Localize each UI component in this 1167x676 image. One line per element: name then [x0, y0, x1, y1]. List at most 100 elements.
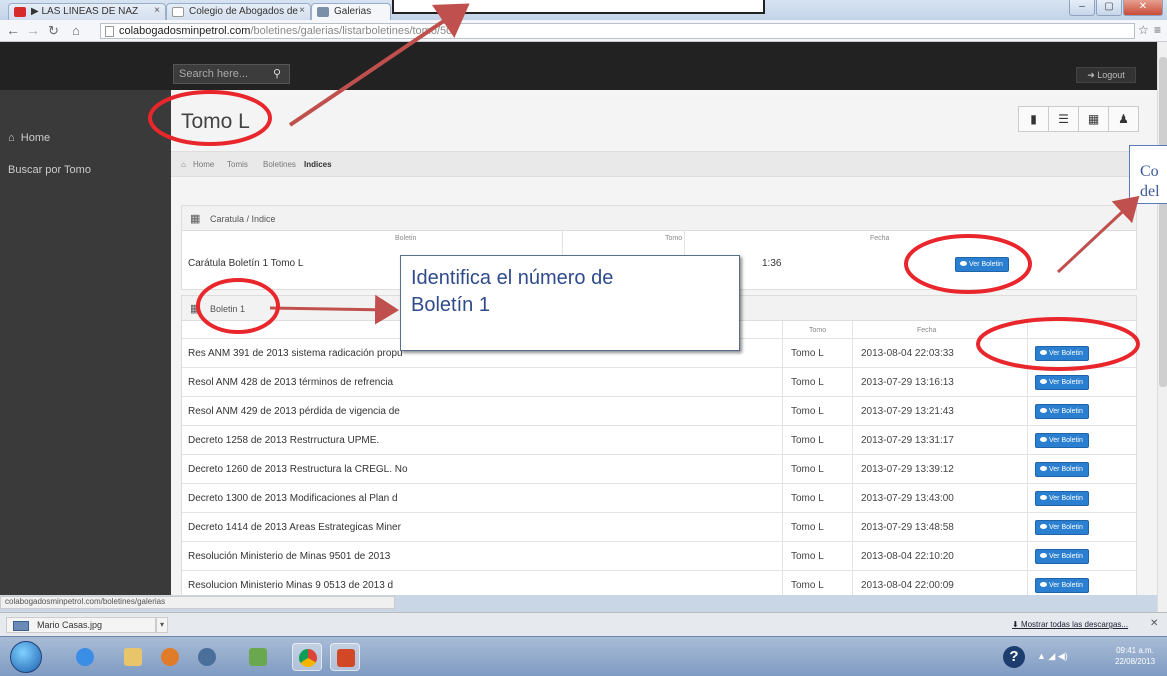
ver-boletin-button[interactable]: Ver Boletin — [1035, 404, 1089, 419]
app-icon[interactable] — [243, 643, 273, 671]
row-tomo: Tomo L — [791, 522, 824, 533]
caratula-fecha: 1:36 — [762, 258, 782, 269]
breadcrumb-tomos[interactable]: Tomis — [227, 160, 248, 169]
downloads-bar: Mario Casas.jpg ▾ ⬇ Mostrar todas las de… — [0, 612, 1167, 636]
folder-icon[interactable] — [118, 643, 148, 671]
help-icon[interactable]: ? — [1003, 646, 1025, 668]
taskbar: ? ▲ ◢ ◀) 09:41 a.m. 22/08/2013 — [0, 636, 1167, 676]
close-icon[interactable]: × — [154, 5, 160, 16]
eye-icon — [1040, 350, 1047, 355]
user-icon[interactable]: ♟ — [1108, 106, 1139, 132]
table-row: Resol ANM 429 de 2013 pérdida de vigenci… — [182, 396, 1136, 425]
ie-icon[interactable] — [70, 643, 100, 671]
list-icon[interactable]: ☰ — [1048, 106, 1079, 132]
panel-header: ▦ Caratula / Indice — [182, 206, 1136, 231]
ver-boletin-button[interactable]: Ver Boletin — [1035, 578, 1089, 593]
clock-date: 22/08/2013 — [1115, 657, 1156, 666]
page-scrollbar[interactable] — [1157, 42, 1167, 612]
ver-boletin-button[interactable]: Ver Boletin — [1035, 433, 1089, 448]
show-all-downloads-link[interactable]: ⬇ Mostrar todas las descargas... — [1012, 620, 1128, 629]
row-fecha: 2013-08-04 22:00:09 — [861, 580, 954, 591]
ver-boletin-button[interactable]: Ver Boletin — [1035, 346, 1089, 361]
sidebar-item-home[interactable]: ⌂ Home — [8, 132, 50, 144]
button-label: Ver Boletin — [969, 261, 1003, 268]
tab-youtube[interactable]: ▶ LAS LINEAS DE NAZ × — [8, 3, 166, 20]
row-fecha: 2013-07-29 13:43:00 — [861, 493, 954, 504]
row-name: Decreto 1414 de 2013 Areas Estrategicas … — [188, 522, 401, 533]
url-path: /boletines/galerias/listarboletines/tomo… — [250, 25, 453, 37]
row-tomo: Tomo L — [791, 551, 824, 562]
page-icon — [172, 7, 184, 17]
home-icon[interactable]: ⌂ — [72, 23, 80, 38]
search-placeholder: Search here... — [179, 68, 249, 80]
logout-button[interactable]: ➜ Logout — [1076, 67, 1136, 83]
document-icon[interactable]: ▮ — [1018, 106, 1049, 132]
row-name: Decreto 1300 de 2013 Modificaciones al P… — [188, 493, 398, 504]
annotation-box-boletin: Identifica el número de Boletín 1 — [400, 255, 740, 351]
column-header-boletin: Boletin — [395, 235, 417, 242]
forward-icon[interactable]: → — [26, 22, 40, 38]
home-icon: ⌂ — [181, 160, 186, 169]
eye-icon — [1040, 408, 1047, 413]
row-fecha: 2013-07-29 13:39:12 — [861, 464, 954, 475]
window-close-button[interactable]: ✕ — [1123, 0, 1163, 16]
row-tomo: Tomo L — [791, 406, 824, 417]
menu-icon[interactable]: ≡ — [1154, 23, 1161, 37]
media-player-icon[interactable] — [155, 643, 185, 671]
eye-icon — [1040, 437, 1047, 442]
eye-icon — [1040, 582, 1047, 587]
row-name: Res ANM 391 de 2013 sistema radicación p… — [188, 348, 403, 359]
clock[interactable]: 09:41 a.m. 22/08/2013 — [1115, 645, 1155, 667]
sidebar-item-buscar-tomo[interactable]: Buscar por Tomo — [8, 164, 91, 176]
minimize-button[interactable]: – — [1069, 0, 1095, 16]
row-tomo: Tomo L — [791, 580, 824, 591]
breadcrumb: ⌂ Home Tomis Boletines Indices — [171, 151, 1157, 177]
row-tomo: Tomo L — [791, 464, 824, 475]
button-label: Ver Boletin — [1049, 553, 1083, 560]
close-icon[interactable]: ✕ — [1150, 618, 1158, 629]
grid-icon[interactable]: ▦ — [1078, 106, 1109, 132]
breadcrumb-home[interactable]: Home — [193, 160, 214, 169]
eye-icon — [1040, 379, 1047, 384]
powerpoint-icon[interactable] — [330, 643, 360, 671]
ver-boletin-button[interactable]: Ver Boletin — [1035, 375, 1089, 390]
chrome-icon[interactable] — [292, 643, 322, 671]
ver-boletin-button[interactable]: Ver Boletin — [1035, 549, 1089, 564]
breadcrumb-boletines[interactable]: Boletines — [263, 160, 296, 169]
row-name: Decreto 1258 de 2013 Restrructura UPME. — [188, 435, 380, 446]
scrollbar-thumb[interactable] — [1159, 57, 1167, 387]
tab-label: ▶ LAS LINEAS DE NAZ — [31, 6, 139, 17]
eye-icon — [1040, 466, 1047, 471]
annotation-text: Co del — [1140, 162, 1160, 202]
search-input[interactable]: Search here... ⚲ — [173, 64, 290, 84]
table-row: Decreto 1414 de 2013 Areas Estrategicas … — [182, 512, 1136, 541]
row-name: Resol ANM 429 de 2013 pérdida de vigenci… — [188, 406, 400, 417]
url-input[interactable]: colabogadosminpetrol.com/boletines/galer… — [100, 23, 1135, 39]
row-fecha: 2013-08-04 22:03:33 — [861, 348, 954, 359]
close-icon[interactable]: × — [299, 5, 305, 16]
ver-boletin-button[interactable]: Ver Boletin — [1035, 520, 1089, 535]
button-label: Ver Boletin — [1049, 582, 1083, 589]
row-name: Resol ANM 428 de 2013 términos de refren… — [188, 377, 394, 388]
clock-time: 09:41 a.m. — [1116, 646, 1154, 655]
ver-boletin-button[interactable]: Ver Boletin — [955, 257, 1009, 272]
row-tomo: Tomo L — [791, 493, 824, 504]
ver-boletin-button[interactable]: Ver Boletin — [1035, 491, 1089, 506]
reload-icon[interactable]: ↻ — [48, 23, 59, 39]
logout-label: Logout — [1097, 70, 1125, 80]
star-icon[interactable]: ☆ — [1138, 23, 1149, 37]
ver-boletin-button[interactable]: Ver Boletin — [1035, 462, 1089, 477]
back-icon[interactable]: ← — [6, 22, 20, 38]
table-row: Resolucion Ministerio Minas 9 0513 de 20… — [182, 570, 1136, 595]
download-item[interactable]: Mario Casas.jpg — [6, 617, 156, 633]
button-label: Ver Boletin — [1049, 495, 1083, 502]
tray-icons[interactable]: ▲ ◢ ◀) — [1037, 651, 1068, 662]
search-icon[interactable]: ⚲ — [273, 67, 281, 80]
button-label: Ver Boletin — [1049, 524, 1083, 531]
tab-galerias[interactable]: Galerias — [311, 3, 391, 20]
maximize-button[interactable]: ▢ — [1096, 0, 1122, 16]
app-icon[interactable] — [192, 643, 222, 671]
start-button[interactable] — [10, 641, 42, 673]
tab-colegio[interactable]: Colegio de Abogados de × — [166, 3, 311, 20]
download-menu-button[interactable]: ▾ — [156, 617, 168, 633]
